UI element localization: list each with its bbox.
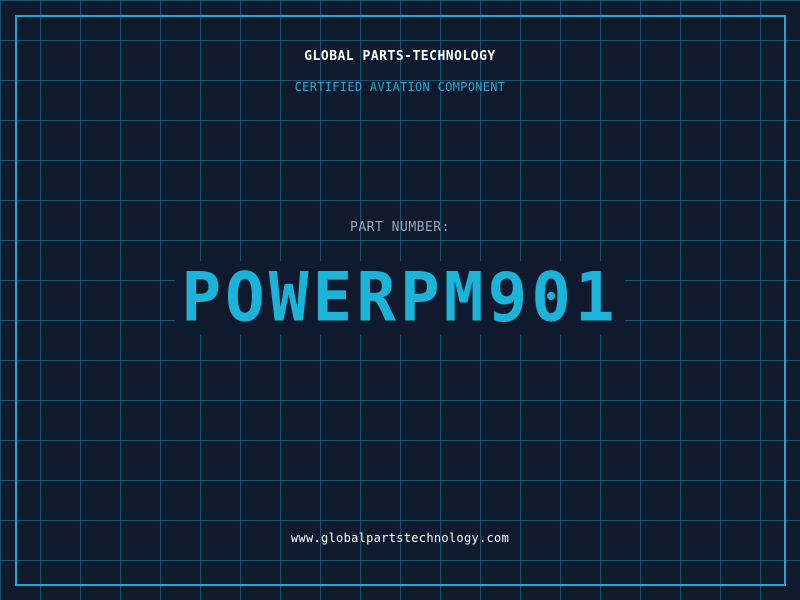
part-card: GLOBAL PARTS-TECHNOLOGY CERTIFIED AVIATI…	[0, 0, 800, 600]
certification-subtitle: CERTIFIED AVIATION COMPONENT	[294, 80, 506, 94]
company-name: GLOBAL PARTS-TECHNOLOGY	[304, 49, 496, 64]
part-number-label: PART NUMBER:	[350, 220, 450, 235]
website-url: www.globalpartstechnology.com	[290, 531, 510, 545]
part-number-container: POWERPM901	[0, 261, 800, 335]
part-number-value: POWERPM901	[175, 261, 625, 335]
